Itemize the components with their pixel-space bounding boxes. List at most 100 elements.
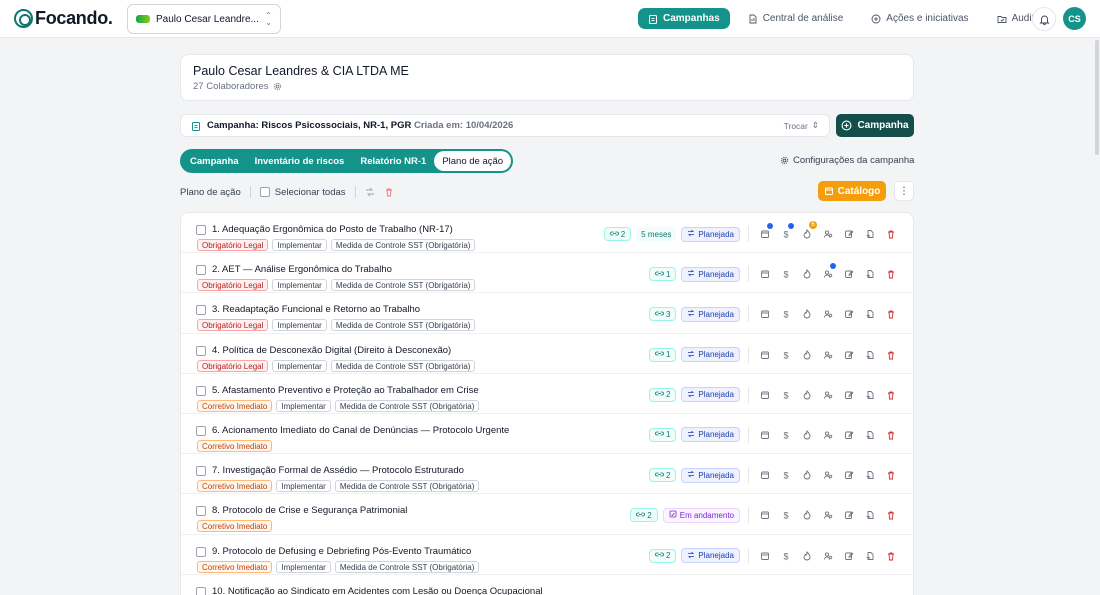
linked-risks-badge[interactable]: 2 [648, 468, 677, 483]
row-checkbox[interactable] [196, 425, 206, 436]
responsible-icon[interactable] [820, 347, 836, 363]
trash-icon[interactable] [883, 507, 899, 523]
list-item[interactable]: 7. Investigação Formal de Assédio — Prot… [181, 454, 913, 495]
linked-risks-badge[interactable]: 2 [648, 387, 677, 402]
item-title[interactable]: 6. Acionamento Imediato do Canal de Denú… [212, 425, 509, 436]
row-checkbox[interactable] [196, 345, 206, 356]
select-all[interactable]: Selecionar todas [259, 187, 346, 198]
edit-icon[interactable] [841, 427, 857, 443]
nav-central-analise[interactable]: Central de análise [738, 8, 854, 29]
trash-icon[interactable] [883, 306, 899, 322]
status-badge[interactable]: Planejada [681, 427, 740, 443]
schedule-icon[interactable] [757, 387, 773, 403]
catalog-button[interactable]: Catálogo [818, 181, 886, 201]
status-badge[interactable]: Planejada [681, 467, 740, 483]
edit-icon[interactable] [841, 507, 857, 523]
responsible-icon[interactable] [820, 226, 836, 242]
bulk-delete-icon[interactable] [384, 187, 394, 197]
status-badge[interactable]: Planejada [681, 306, 740, 322]
select-all-checkbox[interactable] [259, 187, 270, 197]
cost-icon[interactable]: $ [778, 266, 794, 282]
responsible-icon[interactable] [820, 427, 836, 443]
row-checkbox[interactable] [196, 546, 206, 557]
trash-icon[interactable] [883, 266, 899, 282]
schedule-icon[interactable] [757, 266, 773, 282]
item-title[interactable]: 2. AET — Análise Ergonômica do Trabalho [212, 264, 392, 275]
user-avatar[interactable]: CS [1063, 7, 1086, 30]
evidence-icon[interactable] [862, 427, 878, 443]
schedule-icon[interactable] [757, 347, 773, 363]
responsible-icon[interactable] [820, 507, 836, 523]
brand-logo[interactable]: Focando. [14, 8, 113, 29]
linked-risks-badge[interactable]: 1 [648, 427, 677, 442]
schedule-icon[interactable] [757, 306, 773, 322]
linked-risks-badge[interactable]: 2 [630, 508, 658, 523]
effort-icon[interactable] [799, 427, 815, 443]
effort-icon[interactable] [799, 507, 815, 523]
row-checkbox[interactable] [196, 466, 206, 477]
campaign-settings-link[interactable]: Configurações da campanha [780, 155, 914, 166]
list-item[interactable]: 8. Protocolo de Crise e Segurança Patrim… [181, 494, 913, 535]
trash-icon[interactable] [883, 427, 899, 443]
item-title[interactable]: 3. Readaptação Funcional e Retorno ao Tr… [212, 304, 420, 315]
nav-acoes-iniciativas[interactable]: Ações e iniciativas [861, 8, 978, 29]
gear-icon[interactable] [273, 82, 282, 91]
trash-icon[interactable] [883, 347, 899, 363]
schedule-icon[interactable] [757, 427, 773, 443]
edit-icon[interactable] [841, 306, 857, 322]
evidence-icon[interactable] [862, 387, 878, 403]
tab-campanha[interactable]: Campanha [182, 151, 247, 171]
notifications-button[interactable] [1032, 7, 1056, 31]
edit-icon[interactable] [841, 266, 857, 282]
row-checkbox[interactable] [196, 385, 206, 396]
campaign-selector[interactable]: Campanha: Riscos Psicossociais, NR-1, PG… [180, 114, 830, 137]
list-item[interactable]: 1. Adequação Ergonômica do Posto de Trab… [181, 213, 913, 254]
cost-icon[interactable]: $ [778, 548, 794, 564]
trash-icon[interactable] [883, 467, 899, 483]
effort-icon[interactable] [799, 387, 815, 403]
schedule-icon[interactable] [757, 507, 773, 523]
cost-icon[interactable]: $ [778, 427, 794, 443]
item-title[interactable]: 7. Investigação Formal de Assédio — Prot… [212, 465, 464, 476]
effort-icon[interactable] [799, 548, 815, 564]
cost-icon[interactable]: $ [778, 306, 794, 322]
cost-icon[interactable]: $ [778, 223, 794, 242]
list-item[interactable]: 4. Política de Desconexão Digital (Direi… [181, 334, 913, 374]
row-checkbox[interactable] [196, 265, 206, 276]
linked-risks-badge[interactable]: 2 [648, 548, 677, 563]
edit-icon[interactable] [841, 467, 857, 483]
tab-plano-acao[interactable]: Plano de ação [434, 151, 512, 171]
bulk-status-icon[interactable] [365, 187, 375, 197]
evidence-icon[interactable] [862, 507, 878, 523]
status-badge[interactable]: Planejada [681, 266, 740, 282]
linked-risks-badge[interactable]: 3 [648, 307, 677, 322]
cost-icon[interactable]: $ [778, 507, 794, 523]
new-campaign-button[interactable]: Campanha [836, 114, 914, 137]
evidence-icon[interactable] [862, 306, 878, 322]
responsible-icon[interactable] [820, 306, 836, 322]
status-badge[interactable]: Planejada [681, 548, 740, 563]
responsible-icon[interactable] [820, 263, 836, 282]
switch-campaign[interactable]: Trocar ⇕ [784, 120, 819, 131]
effort-icon[interactable] [799, 347, 815, 363]
evidence-icon[interactable] [862, 347, 878, 363]
cost-icon[interactable]: $ [778, 347, 794, 363]
item-title[interactable]: 9. Protocolo de Defusing e Debriefing Pó… [212, 546, 471, 557]
responsible-icon[interactable] [820, 387, 836, 403]
nav-campanhas[interactable]: Campanhas [638, 8, 730, 29]
cost-icon[interactable]: $ [778, 387, 794, 403]
edit-icon[interactable] [841, 347, 857, 363]
linked-risks-badge[interactable]: 1 [648, 347, 677, 362]
effort-icon[interactable] [799, 266, 815, 282]
row-checkbox[interactable] [196, 305, 206, 316]
linked-risks-badge[interactable]: 2 [603, 227, 632, 241]
edit-icon[interactable] [841, 226, 857, 242]
status-badge[interactable]: Planejada [681, 347, 740, 363]
item-title[interactable]: 4. Política de Desconexão Digital (Direi… [212, 345, 451, 356]
trash-icon[interactable] [883, 548, 899, 564]
trash-icon[interactable] [883, 226, 899, 242]
item-title[interactable]: 10. Notificação ao Sindicato em Acidente… [212, 586, 543, 595]
row-checkbox[interactable] [196, 506, 206, 517]
evidence-icon[interactable] [862, 226, 878, 242]
responsible-icon[interactable] [820, 467, 836, 483]
